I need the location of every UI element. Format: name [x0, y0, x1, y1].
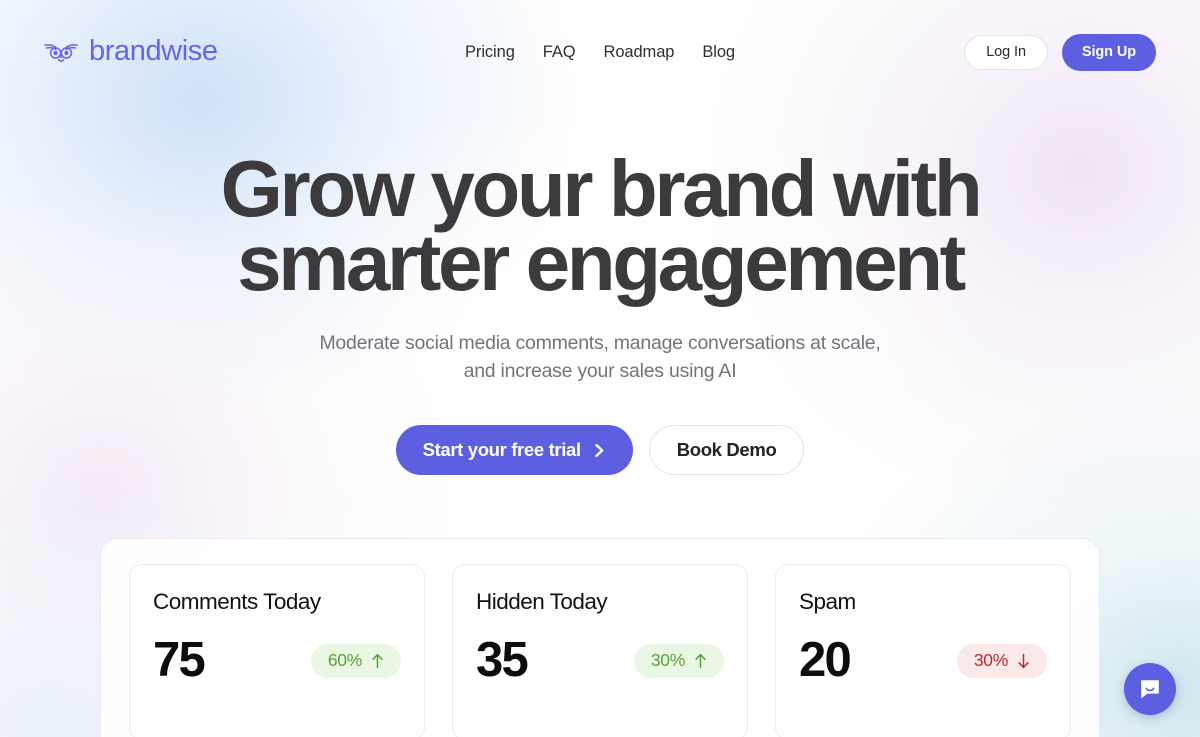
hero-title-line-1: Grow your brand with: [220, 144, 983, 233]
hero-subtitle: Moderate social media comments, manage c…: [290, 329, 910, 386]
stat-value: 20: [799, 633, 852, 688]
stat-card-hidden-today: Hidden Today 35 30%: [452, 564, 748, 737]
hero-cta-group: Start your free trial Book Demo: [0, 425, 1200, 476]
chevron-right-icon: [595, 443, 604, 457]
stat-value: 75: [153, 633, 206, 688]
hero-title-line-2: smarter engagement: [237, 218, 966, 308]
status-badge: 60%: [310, 643, 401, 678]
nav-item-blog[interactable]: Blog: [702, 43, 735, 62]
brand-logo[interactable]: brandwise: [44, 34, 218, 68]
stat-label: Comments Today: [153, 589, 321, 615]
stat-card-spam: Spam 20 30%: [775, 564, 1071, 737]
nav-item-faq[interactable]: FAQ: [543, 43, 576, 62]
arrow-down-icon: [1018, 653, 1029, 668]
start-free-trial-label: Start your free trial: [422, 439, 582, 461]
status-badge: 30%: [956, 643, 1047, 678]
stat-value: 35: [476, 633, 529, 688]
hero-subtitle-line-2: and increase your sales using AI: [463, 360, 737, 383]
chat-bubble-smile-icon: [1141, 680, 1159, 699]
page-title: Grow your brand with smarter engagement: [220, 144, 983, 308]
main-nav: Pricing FAQ Roadmap Blog: [465, 43, 735, 62]
login-button[interactable]: Log In: [964, 34, 1048, 70]
stat-label: Spam: [799, 589, 856, 615]
book-demo-button[interactable]: Book Demo: [648, 425, 805, 476]
nav-item-roadmap[interactable]: Roadmap: [604, 43, 675, 62]
status-badge: 30%: [633, 643, 724, 678]
chat-widget-button[interactable]: [1124, 663, 1176, 715]
auth-actions: Log In Sign Up: [964, 33, 1156, 71]
signup-button[interactable]: Sign Up: [1061, 33, 1156, 71]
nav-item-pricing[interactable]: Pricing: [465, 43, 515, 62]
hero-subtitle-line-1: Moderate social media comments, manage c…: [319, 331, 881, 354]
stat-card-row: Comments Today 75 60% Hidden Today 35 30…: [129, 564, 1071, 737]
arrow-up-icon: [695, 653, 706, 669]
dashboard-preview-panel: Comments Today 75 60% Hidden Today 35 30…: [100, 538, 1100, 737]
owl-icon: [44, 44, 78, 62]
site-header: brandwise Pricing FAQ Roadmap Blog Log I…: [0, 0, 1200, 104]
stat-change-value: 60%: [327, 650, 362, 671]
stat-change-value: 30%: [650, 650, 685, 671]
start-free-trial-button[interactable]: Start your free trial: [395, 425, 633, 476]
stat-card-comments-today: Comments Today 75 60%: [129, 564, 425, 737]
stat-label: Hidden Today: [476, 589, 608, 615]
arrow-up-icon: [372, 653, 383, 669]
stat-change-value: 30%: [973, 650, 1008, 671]
hero-section: Grow your brand with smarter engagement …: [0, 104, 1200, 476]
brand-name: brandwise: [89, 34, 218, 67]
